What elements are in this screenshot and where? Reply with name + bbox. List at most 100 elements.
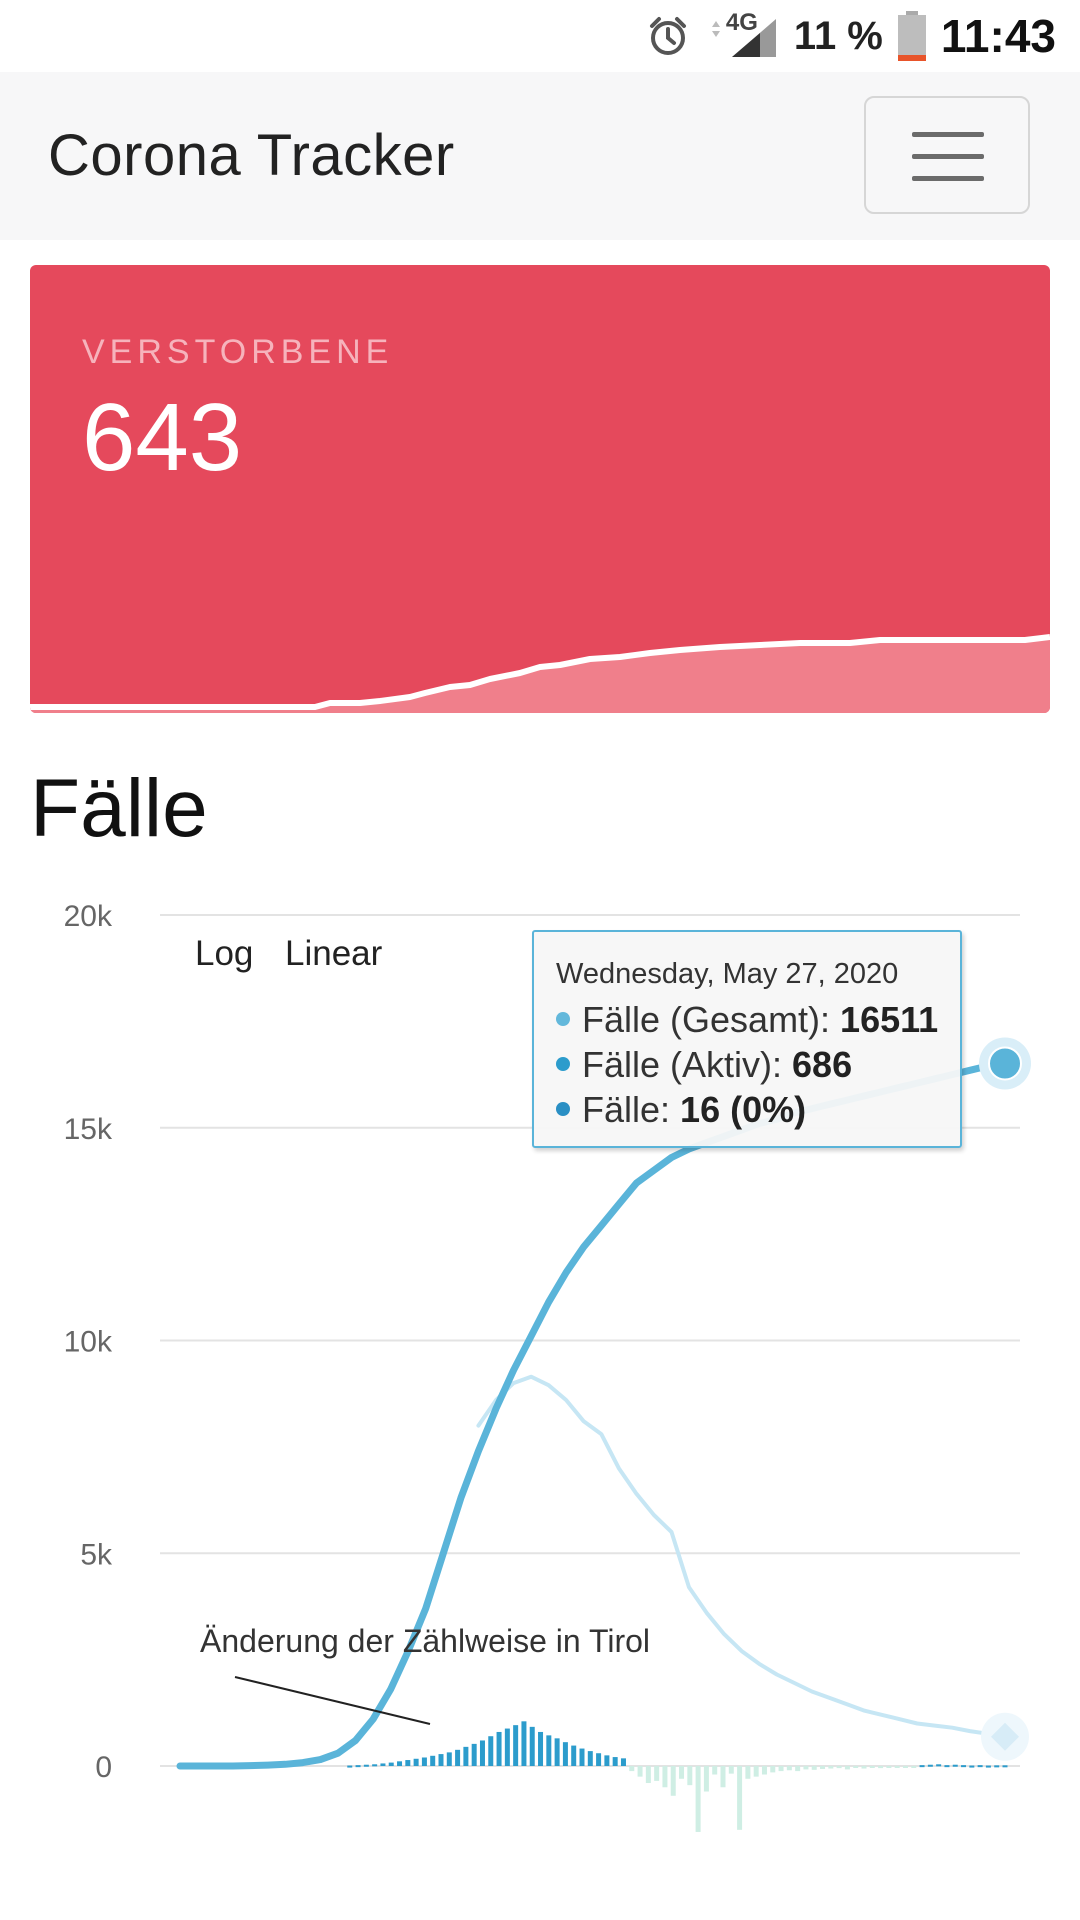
- tooltip-date: Wednesday, May 27, 2020: [556, 958, 899, 990]
- new-cases-bar: [753, 1766, 759, 1777]
- tooltip-row-new: Fälle: 16 (0%): [556, 1087, 960, 1132]
- new-cases-bar: [679, 1766, 685, 1779]
- new-cases-bar: [421, 1757, 427, 1766]
- new-cases-bar: [604, 1755, 610, 1766]
- new-cases-bar: [438, 1754, 444, 1766]
- chart-tooltip: Wednesday, May 27, 2020 Fälle (Gesamt): …: [532, 930, 962, 1148]
- new-cases-bar: [720, 1766, 726, 1788]
- new-cases-bar: [529, 1726, 535, 1766]
- new-cases-bar: [811, 1766, 817, 1770]
- new-cases-bar: [927, 1764, 933, 1767]
- new-cases-bar: [513, 1725, 519, 1766]
- new-cases-bar: [728, 1766, 734, 1774]
- new-cases-bar: [455, 1749, 461, 1766]
- deaths-sparkline: [30, 634, 1050, 713]
- new-cases-bar: [620, 1758, 626, 1766]
- new-cases-bar: [488, 1736, 494, 1766]
- new-cases-bar: [878, 1766, 884, 1769]
- new-cases-bar: [645, 1766, 651, 1784]
- new-cases-bar: [654, 1766, 660, 1781]
- annotation-connector: [234, 1676, 431, 1725]
- active-cases-line: [476, 1374, 1007, 1739]
- new-cases-bar: [571, 1745, 577, 1766]
- new-cases-bar: [745, 1766, 751, 1779]
- series-dot-icon: [556, 1057, 570, 1072]
- new-cases-bar: [786, 1766, 792, 1771]
- new-cases-bar: [546, 1735, 552, 1766]
- new-cases-bar: [397, 1761, 403, 1766]
- new-cases-bar: [662, 1766, 668, 1788]
- new-cases-bar: [952, 1764, 958, 1767]
- deaths-card: VERSTORBENE 643: [30, 265, 1050, 713]
- new-cases-bar: [969, 1765, 975, 1768]
- scale-log-button[interactable]: Log: [195, 934, 253, 974]
- signal-icon: [711, 19, 776, 57]
- new-cases-bar: [795, 1766, 801, 1772]
- new-cases-bar: [985, 1765, 991, 1768]
- new-cases-bar: [521, 1721, 527, 1766]
- new-cases-bar: [347, 1765, 353, 1768]
- new-cases-bar: [388, 1762, 394, 1766]
- new-cases-bar: [463, 1746, 469, 1766]
- new-cases-bar: [911, 1766, 917, 1768]
- total-hover-marker: [988, 1046, 1022, 1081]
- new-cases-bar: [695, 1766, 701, 1832]
- new-cases-bar: [405, 1760, 411, 1766]
- new-cases-bar: [363, 1764, 369, 1767]
- new-cases-bar: [554, 1738, 560, 1766]
- new-cases-bar: [579, 1748, 585, 1766]
- new-cases-bar: [944, 1765, 950, 1768]
- new-cases-bar: [820, 1766, 826, 1769]
- new-cases-bar: [919, 1765, 925, 1768]
- new-cases-bar: [803, 1766, 809, 1770]
- new-cases-bar: [770, 1766, 776, 1773]
- new-cases-bar: [844, 1766, 850, 1770]
- menu-toggle-button[interactable]: [864, 96, 1030, 214]
- new-cases-bar: [853, 1766, 859, 1768]
- total-cases-line: [176, 1060, 1009, 1770]
- alarm-icon: [649, 17, 686, 55]
- y-tick-label: 15k: [64, 1113, 113, 1146]
- hamburger-icon: [912, 132, 984, 137]
- new-cases-bar: [355, 1765, 361, 1768]
- new-cases-bar: [936, 1764, 942, 1767]
- sparkline-area: [30, 637, 1050, 713]
- new-cases-bar: [670, 1766, 676, 1796]
- new-cases-bar: [629, 1766, 635, 1772]
- clock: 11:43: [940, 10, 1056, 62]
- new-cases-bar: [562, 1742, 568, 1766]
- new-cases-bar: [413, 1758, 419, 1766]
- new-cases-bar: [778, 1766, 784, 1772]
- signal-indicator: 4G: [704, 9, 780, 59]
- new-cases-bar: [977, 1765, 983, 1768]
- new-cases-bar: [446, 1752, 452, 1766]
- status-bar: 4G 11 % 11:43: [0, 0, 1080, 72]
- y-tick-label: 5k: [80, 1538, 113, 1571]
- new-cases-bar: [861, 1766, 867, 1769]
- new-cases-bar: [712, 1766, 718, 1775]
- y-tick-label: 0: [95, 1751, 112, 1784]
- battery-icon: [897, 11, 926, 61]
- new-cases-bar: [596, 1753, 602, 1766]
- new-cases-bar: [380, 1763, 386, 1766]
- new-cases-bar: [886, 1766, 892, 1768]
- new-cases-bar: [430, 1755, 436, 1766]
- new-cases-bar: [372, 1764, 378, 1767]
- new-cases-bar: [994, 1765, 1000, 1768]
- new-cases-bar: [869, 1766, 875, 1768]
- brand-title[interactable]: Corona Tracker: [48, 122, 455, 189]
- new-cases-bar: [612, 1757, 618, 1766]
- new-cases-bar: [902, 1766, 908, 1768]
- new-cases-bar: [1002, 1765, 1008, 1768]
- new-cases-bar: [687, 1766, 693, 1786]
- new-cases-bar: [471, 1743, 477, 1766]
- series-dot-icon: [556, 1102, 570, 1117]
- y-tick-label: 20k: [64, 900, 113, 933]
- scale-linear-button[interactable]: Linear: [285, 934, 382, 974]
- new-cases-bar: [961, 1765, 967, 1768]
- new-cases-bar: [828, 1766, 834, 1769]
- new-cases-bar: [504, 1728, 510, 1766]
- new-cases-bar: [761, 1766, 767, 1775]
- new-cases-bar: [637, 1766, 643, 1777]
- new-cases-bar: [737, 1766, 743, 1830]
